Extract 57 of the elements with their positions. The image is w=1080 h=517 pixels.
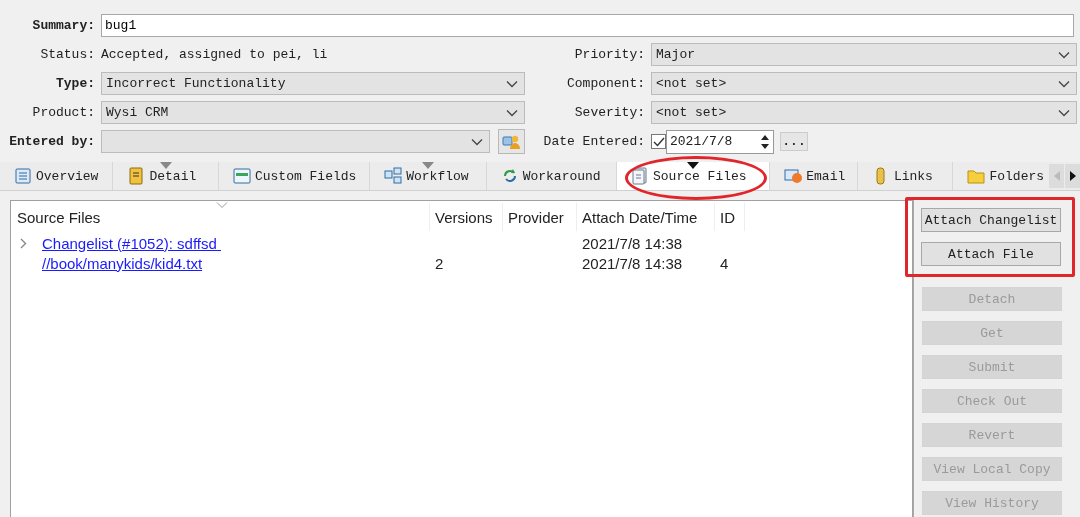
column-header[interactable]: Versions: [430, 203, 503, 231]
file-link[interactable]: Changelist (#1052): sdffsd: [42, 234, 221, 252]
user-lookup-button[interactable]: [498, 129, 525, 154]
date-field[interactable]: 2021/7/8: [666, 129, 774, 154]
action-button[interactable]: Attach File: [921, 242, 1061, 266]
tab[interactable]: Detail: [113, 162, 219, 190]
date-picker-button[interactable]: ...: [780, 132, 808, 151]
field-label: Date Entered:: [542, 134, 646, 149]
tab[interactable]: Folders: [953, 162, 1047, 190]
field-label: Status:: [39, 47, 96, 62]
tab-icon: [232, 167, 251, 185]
tab[interactable]: Email: [770, 162, 858, 190]
action-button[interactable]: Attach Changelist: [921, 208, 1061, 232]
table-cell: 2021/7/8 14:38: [582, 254, 683, 272]
field-label: Product:: [31, 105, 96, 120]
tab-icon: [14, 167, 32, 185]
column-header[interactable]: Source Files: [11, 203, 430, 231]
chevron-down-icon: [1058, 108, 1070, 117]
dropdown[interactable]: Major: [651, 43, 1077, 66]
chevron-down-icon: [471, 137, 483, 146]
chevron-down-icon: [506, 79, 518, 88]
field-label: Summary:: [31, 18, 96, 33]
field-label: Severity:: [573, 105, 646, 120]
tab[interactable]: Workflow: [370, 162, 487, 190]
column-header[interactable]: Attach Date/Time: [577, 203, 715, 231]
dropdown[interactable]: Incorrect Functionality: [101, 72, 525, 95]
checkbox[interactable]: [651, 134, 666, 149]
field-label: Type:: [55, 76, 96, 91]
tab-icon: [967, 167, 986, 185]
tab-icon: [784, 167, 803, 185]
table-cell: 4: [720, 254, 729, 272]
tab[interactable]: Source Files: [617, 162, 771, 190]
table-cell: 2: [435, 254, 444, 272]
status-text: Accepted, assigned to pei, li: [101, 47, 328, 62]
tab[interactable]: Links: [857, 162, 954, 190]
chevron-down-icon: [1058, 79, 1070, 88]
dropdown[interactable]: Wysi CRM: [101, 101, 525, 124]
arrow-right-icon: [1069, 171, 1076, 181]
tab-icon: [127, 167, 146, 185]
arrow-left-icon: [1053, 171, 1060, 181]
table-cell: 2021/7/8 14:38: [582, 234, 683, 252]
tab[interactable]: Custom Fields: [218, 162, 371, 190]
chevron-down-icon: [1058, 50, 1070, 59]
field-label: Component:: [566, 76, 646, 91]
file-link[interactable]: //book/manykids/kid4.txt: [42, 254, 203, 272]
field-label: Priority:: [573, 47, 646, 62]
tab[interactable]: Overview: [0, 162, 114, 190]
dropdown[interactable]: <not set>: [651, 101, 1077, 124]
chevron-down-icon: [506, 108, 518, 117]
dropdown[interactable]: <not set>: [651, 72, 1077, 95]
summary-field[interactable]: bug1: [101, 14, 1074, 37]
tab-icon: [631, 167, 649, 185]
column-header[interactable]: Provider: [503, 203, 577, 231]
tab-icon: [384, 167, 403, 185]
scroll-right-button[interactable]: [1065, 164, 1080, 188]
field-label: Entered by:: [8, 134, 96, 149]
column-header[interactable]: ID: [715, 203, 745, 231]
